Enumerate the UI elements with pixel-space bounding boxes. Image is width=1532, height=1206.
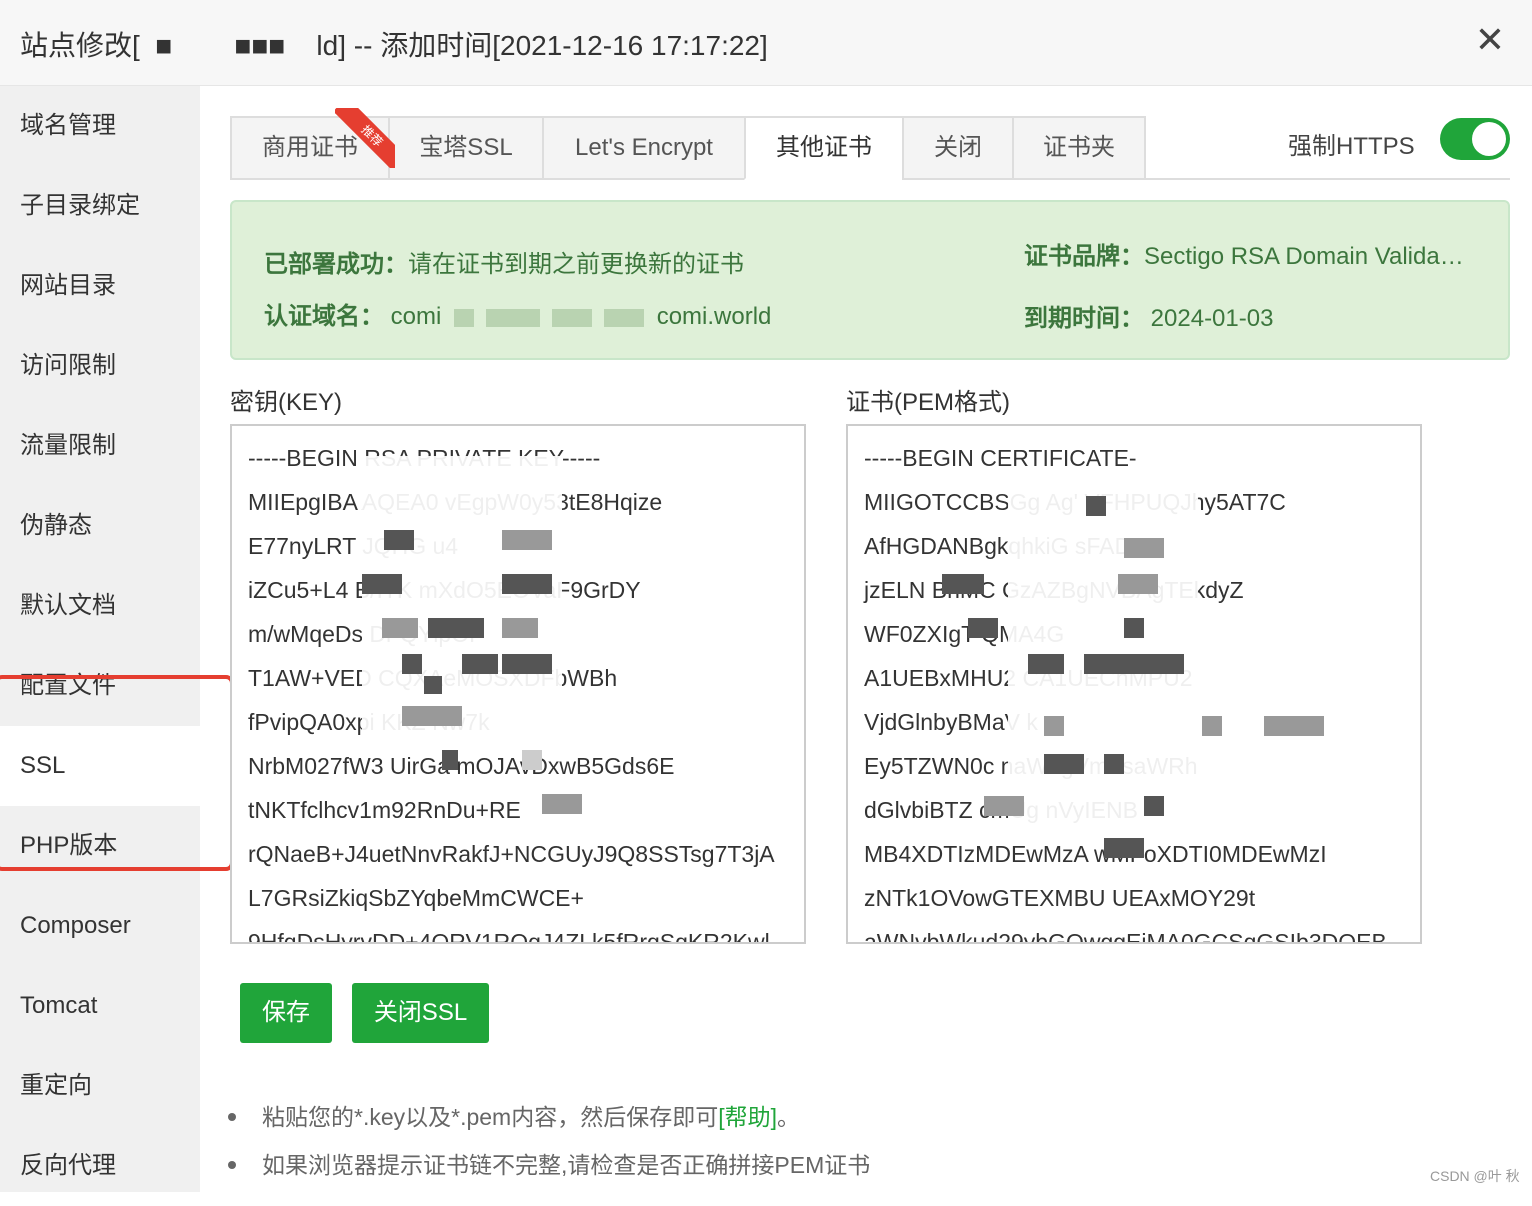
key-line: rQNaeB+J4uetNnvRakfJ+NCGUyJ9Q8SSTsg7T3jA [248, 841, 775, 867]
redaction-pixel [984, 796, 1024, 816]
redaction-pixel [1084, 654, 1184, 674]
redaction-pixel [442, 750, 458, 770]
cert-label: 证书(PEM格式) [846, 389, 1010, 416]
redaction-pixel [502, 530, 552, 550]
redaction-pixel [1028, 654, 1064, 674]
redaction-pixel [384, 530, 414, 550]
redaction-pixel [424, 676, 442, 694]
watermark: CSDN @叶 秋 [1430, 1168, 1520, 1184]
tab-bt-ssl[interactable]: 宝塔SSL [388, 116, 544, 180]
tip-text: 如果浏览器提示证书链不完整,请检查是否正确拼接PEM证书 [262, 1152, 871, 1178]
sidebar-item-subdir[interactable]: 子目录绑定 [0, 166, 200, 246]
force-https-toggle[interactable] [1440, 118, 1510, 160]
redaction-pixel [402, 706, 462, 726]
redaction-pixel [402, 654, 422, 674]
redaction-pixel [542, 794, 582, 814]
deployed-label: 已部署成功： [264, 251, 408, 278]
key-label: 密钥(KEY) [230, 389, 343, 416]
brand-value: Sectigo RSA Domain Valida… [1144, 243, 1464, 270]
tip-text-end: 。 [777, 1104, 800, 1130]
sidebar-item-rewrite[interactable]: 伪静态 [0, 486, 200, 566]
sidebar-item-domain[interactable]: 域名管理 [0, 86, 200, 166]
redaction-pixel [968, 618, 998, 638]
redaction-block [552, 308, 593, 327]
expire-value: 2024-01-03 [1150, 305, 1274, 332]
sidebar-item-php-version[interactable]: PHP版本 [0, 806, 200, 886]
key-textarea[interactable]: -----BEGIN RSA PRIVATE KEY----- MIIEpgIB… [230, 424, 806, 944]
tip-item: 粘贴您的*.key以及*.pem内容，然后保存即可[帮助]。 [228, 1094, 870, 1142]
redaction-pixel [502, 574, 552, 594]
redaction-pixel [1104, 754, 1124, 774]
sidebar-item-tomcat[interactable]: Tomcat [0, 966, 200, 1046]
redaction-pixel [1118, 574, 1158, 594]
sidebar-item-composer[interactable]: Composer [0, 886, 200, 966]
tab-other-cert[interactable]: 其他证书 [744, 116, 904, 180]
cert-status-panel: 已部署成功：请在证书到期之前更换新的证书 认证域名： comi comi.wor… [230, 200, 1510, 360]
redaction-blur [362, 456, 562, 756]
redaction-pixel [1202, 716, 1222, 736]
brand-label: 证书品牌： [1024, 243, 1144, 270]
cert-textarea[interactable]: -----BEGIN CERTIFICATE- MIIGOTCCBSGg Ag'… [846, 424, 1422, 944]
sidebar-item-ssl[interactable]: SSL [0, 726, 200, 806]
key-line: tNKTfclhcv1m92RnDu+RE [248, 797, 521, 823]
redaction-block [604, 308, 645, 327]
toggle-knob [1472, 122, 1506, 156]
sidebar-item-site-dir[interactable]: 网站目录 [0, 246, 200, 326]
tab-commercial-cert[interactable]: 商用证书 [230, 116, 390, 180]
tab-close[interactable]: 关闭 [902, 116, 1014, 180]
redaction-pixel [502, 618, 538, 638]
redaction-pixel [1144, 796, 1164, 816]
key-line: 9HfqDsHyrvDD+4QRV1ROqJ4ZLk5fRrqSqKR2Kwl [248, 929, 770, 944]
close-icon[interactable]: ✕ [1470, 20, 1510, 60]
sidebar-nav: 域名管理 子目录绑定 网站目录 访问限制 流量限制 伪静态 默认文档 配置文件 … [0, 86, 200, 1192]
sidebar-item-default-doc[interactable]: 默认文档 [0, 566, 200, 646]
help-link[interactable]: [帮助] [718, 1104, 777, 1130]
domain-suffix: comi.world [656, 303, 772, 330]
cert-line: -----BEGIN CERTIFICATE- [864, 445, 1137, 471]
sidebar-item-reverse-proxy[interactable]: 反向代理 [0, 1126, 200, 1206]
help-tips: 粘贴您的*.key以及*.pem内容，然后保存即可[帮助]。 如果浏览器提示证书… [228, 1094, 870, 1190]
cert-line: zNTk1OVowGTEXMBU UEAxMOY29t [864, 885, 1256, 911]
sidebar-item-traffic-limit[interactable]: 流量限制 [0, 406, 200, 486]
save-button[interactable]: 保存 [240, 983, 332, 1043]
redaction-pixel [1044, 716, 1064, 736]
dialog-title: 站点修改[ ■ ■■■ ld] -- 添加时间[2021-12-16 17:17… [20, 30, 768, 61]
redaction-pixel [1044, 754, 1084, 774]
redaction-pixel [428, 618, 484, 638]
redaction-pixel [1264, 716, 1324, 736]
domain-label: 认证域名： [264, 303, 384, 330]
key-line: L7GRsiZkiqSbZYqbeMmCWCE+ [248, 885, 584, 911]
redaction-pixel [502, 654, 552, 674]
sidebar-item-config-file[interactable]: 配置文件 [0, 646, 200, 726]
close-ssl-button[interactable]: 关闭SSL [352, 983, 489, 1043]
redaction-pixel [1124, 538, 1164, 558]
tip-item: 如果浏览器提示证书链不完整,请检查是否正确拼接PEM证书 [228, 1142, 870, 1190]
sidebar-item-access-limit[interactable]: 访问限制 [0, 326, 200, 406]
redaction-pixel [382, 618, 418, 638]
redaction-pixel [1086, 496, 1106, 516]
redaction-pixel [942, 574, 984, 594]
bullet-icon [228, 1161, 236, 1169]
bullet-icon [228, 1113, 236, 1121]
expire-label: 到期时间： [1024, 305, 1144, 332]
redaction-pixel [1124, 618, 1144, 638]
force-https-label: 强制HTTPS [1288, 133, 1415, 160]
tip-text: 粘贴您的*.key以及*.pem内容，然后保存即可 [262, 1104, 719, 1130]
redaction-block [454, 308, 475, 327]
redaction-pixel [522, 750, 542, 770]
cert-line: aWNvbWkud29ybGQwggEiMA0GCSqGSIb3DQEB [864, 929, 1387, 944]
tab-lets-encrypt[interactable]: Let's Encrypt [542, 116, 746, 180]
deployed-text: 请在证书到期之前更换新的证书 [408, 251, 744, 278]
domain-prefix: comi [390, 303, 442, 330]
redaction-pixel [462, 654, 498, 674]
redaction-pixel [1104, 838, 1144, 858]
redaction-block [486, 308, 541, 327]
redaction-pixel [362, 574, 402, 594]
tab-cert-folder[interactable]: 证书夹 [1012, 116, 1146, 180]
sidebar-item-redirect[interactable]: 重定向 [0, 1046, 200, 1126]
dialog-titlebar: 站点修改[ ■ ■■■ ld] -- 添加时间[2021-12-16 17:17… [0, 0, 1532, 86]
